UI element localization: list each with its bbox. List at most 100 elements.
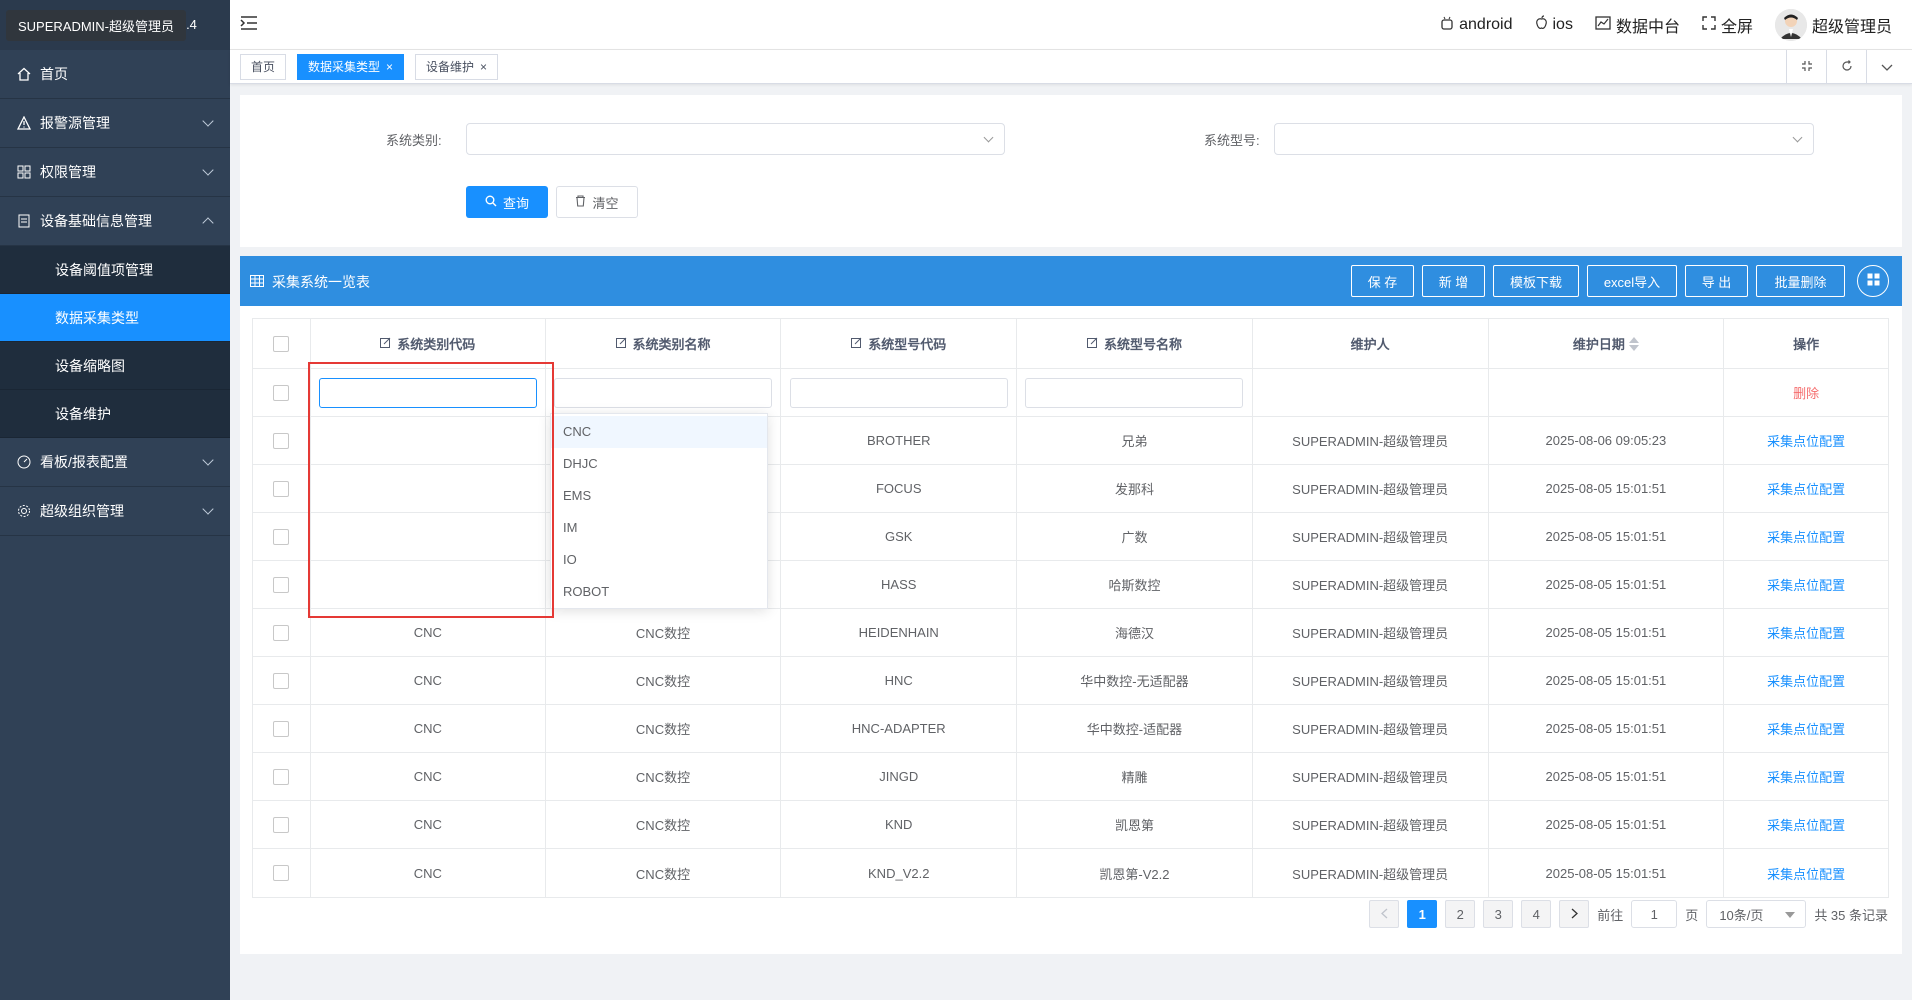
layout-toggle-button[interactable] — [1857, 265, 1889, 297]
add-button[interactable]: 新 增 — [1422, 265, 1485, 297]
layout-icon — [1867, 273, 1880, 289]
sidebar-item-device-info[interactable]: 设备基础信息管理 — [0, 197, 230, 246]
row-checkbox[interactable] — [273, 816, 290, 833]
refresh-button[interactable] — [1826, 50, 1866, 84]
fullscreen-link[interactable]: 全屏 — [1702, 13, 1753, 37]
row-checkbox[interactable] — [273, 672, 290, 689]
tab-menu-button[interactable] — [1866, 50, 1906, 84]
export-button[interactable]: 导 出 — [1685, 265, 1748, 297]
next-page-button[interactable] — [1559, 900, 1590, 928]
model-name-cell: 华中数控-无适配器 — [1080, 674, 1189, 689]
dropdown-option[interactable]: CNC — [551, 416, 767, 448]
prev-page-button[interactable] — [1369, 900, 1400, 928]
query-button[interactable]: 查询 — [466, 186, 548, 218]
user-menu[interactable]: 超级管理员 — [1774, 9, 1892, 41]
fullscreen-label: 全屏 — [1720, 19, 1753, 36]
model-select[interactable] — [1274, 123, 1814, 155]
sidebar-item-home[interactable]: 首页 — [0, 50, 230, 99]
menu-toggle-icon[interactable] — [240, 15, 258, 31]
config-link[interactable]: 采集点位配置 — [1767, 623, 1845, 642]
row-checkbox[interactable] — [273, 432, 290, 449]
table-row: CNC CNC数控 KND 凯恩第 SUPERADMIN-超级管理员 2025-08-05… — [253, 801, 1888, 849]
category-name-cell: CNC数控 — [635, 722, 691, 737]
template-download-button[interactable]: 模板下载 — [1493, 265, 1579, 297]
row-checkbox[interactable] — [273, 384, 290, 401]
model-code-cell: FOCUS — [875, 481, 922, 496]
row-checkbox[interactable] — [273, 576, 290, 593]
page-4[interactable]: 4 — [1521, 900, 1552, 928]
row-checkbox[interactable] — [273, 768, 290, 785]
row-checkbox[interactable] — [273, 720, 290, 737]
row-checkbox[interactable] — [273, 528, 290, 545]
close-icon[interactable]: × — [480, 60, 487, 74]
model-code-input[interactable] — [789, 377, 1008, 408]
tab-label: 设备维护 — [426, 60, 475, 74]
tab-data-collection[interactable]: 数据采集类型 × — [297, 54, 405, 80]
tab-label: 数据采集类型 — [308, 60, 381, 74]
column-header: 系统类别名称 — [632, 337, 711, 352]
dropdown-option[interactable]: ROBOT — [551, 576, 767, 608]
expand-button[interactable] — [1786, 50, 1826, 84]
sidebar-subitem-thumbnail[interactable]: 设备缩略图 — [0, 342, 230, 390]
config-link[interactable]: 采集点位配置 — [1767, 864, 1845, 883]
model-name-cell: 凯恩第 — [1114, 818, 1154, 833]
config-link[interactable]: 采集点位配置 — [1767, 527, 1845, 546]
ios-link[interactable]: ios — [1535, 15, 1573, 35]
grid-icon — [16, 164, 32, 180]
page-size-select[interactable]: 10条/页 — [1706, 900, 1807, 928]
config-link[interactable]: 采集点位配置 — [1767, 671, 1845, 690]
model-code-cell: JINGD — [879, 769, 919, 784]
page-1[interactable]: 1 — [1407, 900, 1438, 928]
sidebar-item-permission[interactable]: 权限管理 — [0, 148, 230, 197]
config-link[interactable]: 采集点位配置 — [1767, 815, 1845, 834]
edit-icon — [615, 336, 627, 351]
data-center-link[interactable]: 数据中台 — [1595, 13, 1680, 37]
close-icon[interactable]: × — [386, 60, 393, 74]
column-header: 系统型号代码 — [868, 337, 947, 352]
category-select[interactable] — [466, 123, 1005, 155]
row-checkbox[interactable] — [273, 624, 290, 641]
android-link[interactable]: android — [1440, 15, 1513, 36]
dropdown-option[interactable]: IM — [551, 512, 767, 544]
config-link[interactable]: 采集点位配置 — [1767, 575, 1845, 594]
dropdown-option[interactable]: IO — [551, 544, 767, 576]
sidebar-item-alarm[interactable]: 报警源管理 — [0, 99, 230, 148]
android-label: android — [1459, 16, 1513, 33]
batch-delete-button[interactable]: 批量删除 — [1756, 265, 1845, 297]
navbar: android ios 数据中台 全屏 超级管理员 — [230, 0, 1912, 50]
date-cell: 2025-08-06 09:05:23 — [1545, 433, 1667, 448]
category-name-input[interactable] — [554, 377, 773, 408]
row-checkbox[interactable] — [273, 865, 290, 881]
model-name-input[interactable] — [1025, 377, 1244, 408]
expand-icon — [1801, 59, 1813, 75]
category-name-cell: CNC数控 — [635, 818, 691, 833]
sort-icon[interactable] — [1628, 336, 1639, 351]
sidebar-subitem-threshold[interactable]: 设备阈值项管理 — [0, 246, 230, 294]
row-checkbox[interactable] — [273, 480, 290, 497]
sidebar-item-org[interactable]: 超级组织管理 — [0, 487, 230, 536]
category-name-cell: CNC数控 — [635, 626, 691, 641]
dropdown-option[interactable]: EMS — [551, 480, 767, 512]
date-cell: 2025-08-05 15:01:51 — [1545, 673, 1667, 688]
excel-import-button[interactable]: excel导入 — [1587, 265, 1677, 297]
page-2[interactable]: 2 — [1445, 900, 1476, 928]
sidebar-item-dashboard[interactable]: 看板/报表配置 — [0, 438, 230, 487]
save-button[interactable]: 保 存 — [1351, 265, 1414, 297]
tab-home[interactable]: 首页 — [240, 54, 287, 80]
page-3[interactable]: 3 — [1483, 900, 1514, 928]
sidebar-subitem-data-collection[interactable]: 数据采集类型 — [0, 294, 230, 342]
select-all-checkbox[interactable] — [273, 335, 290, 352]
android-icon — [1440, 15, 1454, 36]
dropdown-option[interactable]: DHJC — [551, 448, 767, 480]
config-link[interactable]: 采集点位配置 — [1767, 479, 1845, 498]
clear-button[interactable]: 清空 — [556, 186, 638, 218]
user-tooltip: SUPERADMIN-超级管理员 — [6, 10, 187, 41]
sidebar-subitem-maintenance[interactable]: 设备维护 — [0, 390, 230, 438]
goto-page-input[interactable]: 1 — [1631, 900, 1678, 928]
config-link[interactable]: 采集点位配置 — [1767, 719, 1845, 738]
table-title: 采集系统一览表 — [272, 274, 370, 290]
config-link[interactable]: 采集点位配置 — [1767, 767, 1845, 786]
tab-maintenance[interactable]: 设备维护 × — [415, 54, 499, 80]
delete-link[interactable]: 删除 — [1793, 383, 1819, 402]
config-link[interactable]: 采集点位配置 — [1767, 431, 1845, 450]
